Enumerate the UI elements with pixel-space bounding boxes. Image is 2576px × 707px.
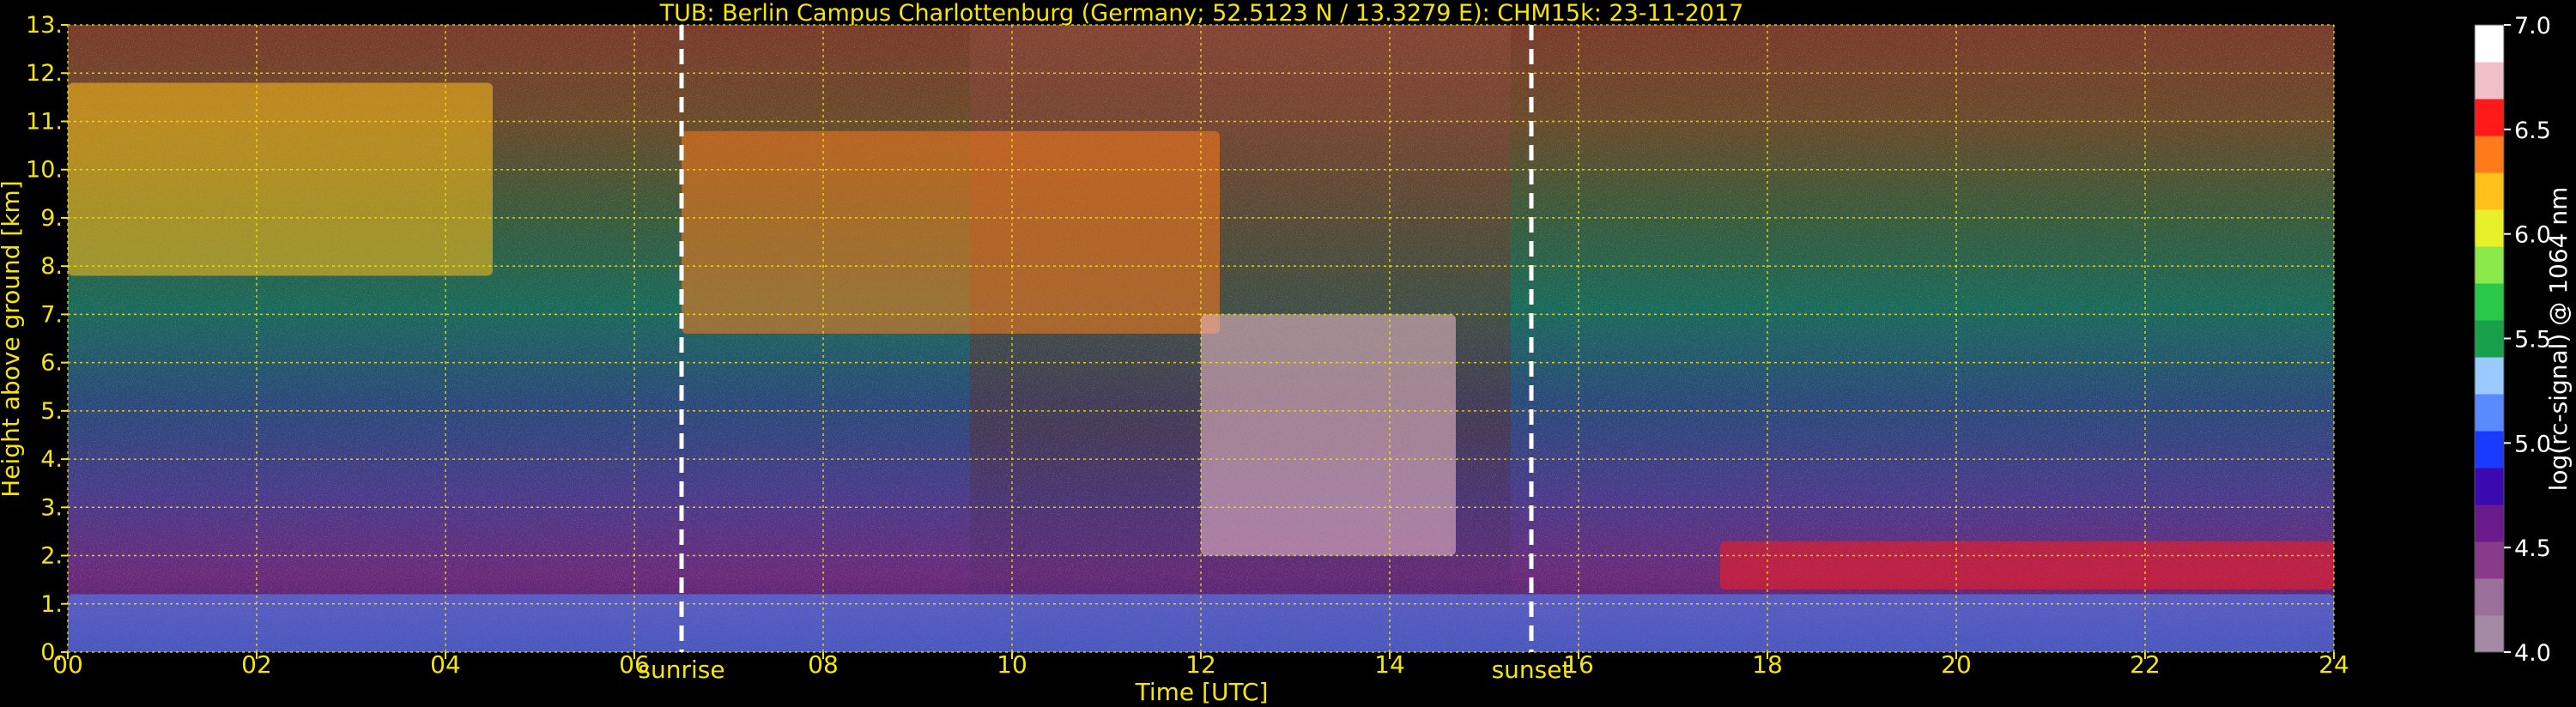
colorbar-segment bbox=[2475, 505, 2504, 542]
colorbar-tick-label: 4.0 bbox=[2514, 640, 2551, 667]
colorbar-segment bbox=[2475, 136, 2504, 173]
colorbar-segment bbox=[2475, 62, 2504, 100]
colorbar: 4.04.55.05.56.06.57.0 bbox=[2474, 13, 2551, 667]
colorbar-segment bbox=[2475, 541, 2504, 579]
feature-1 bbox=[68, 82, 493, 276]
colorbar-label: log(rc-signal) @ 1064 nm bbox=[2544, 187, 2573, 492]
colorbar-tick-label: 7.0 bbox=[2514, 13, 2551, 39]
colorbar-segment bbox=[2475, 99, 2504, 136]
lidar-figure: TUB: Berlin Campus Charlottenburg (Germa… bbox=[0, 0, 2573, 706]
plot-area: sunrise sunset bbox=[67, 24, 2335, 684]
colorbar-segment bbox=[2475, 578, 2504, 616]
y-tick-label: 0. bbox=[40, 639, 63, 666]
y-tick-label: 5. bbox=[40, 398, 63, 425]
feature-2 bbox=[682, 130, 1220, 334]
colorbar-tick-label: 6.5 bbox=[2514, 118, 2551, 144]
x-axis-label: Time [UTC] bbox=[1135, 678, 1269, 706]
y-tick-label: 4. bbox=[40, 446, 63, 473]
x-tick-label: 14 bbox=[1374, 650, 1405, 679]
colorbar-segment bbox=[2475, 246, 2504, 284]
x-tick-label: 02 bbox=[241, 650, 272, 679]
feature-3 bbox=[1201, 314, 1456, 556]
colorbar-segment bbox=[2475, 172, 2504, 210]
x-axis: 00 02 04 06 08 10 12 14 16 18 20 22 24 bbox=[52, 650, 2349, 679]
y-tick-label: 3. bbox=[40, 494, 63, 521]
y-tick-label: 1. bbox=[40, 591, 63, 618]
y-tick-label: 10. bbox=[26, 157, 63, 184]
x-tick-label: 20 bbox=[1941, 650, 1972, 679]
colorbar-tick-label: 4.5 bbox=[2514, 535, 2551, 562]
colorbar-segment bbox=[2475, 25, 2504, 63]
y-tick-label: 9. bbox=[40, 205, 63, 232]
sunset-label: sunset bbox=[1492, 656, 1572, 684]
chart-title: TUB: Berlin Campus Charlottenburg (Germa… bbox=[659, 0, 1744, 27]
y-tick-label: 8. bbox=[40, 253, 63, 280]
x-tick-label: 04 bbox=[430, 650, 461, 679]
x-tick-label: 10 bbox=[997, 650, 1027, 679]
sunrise-label: sunrise bbox=[638, 656, 724, 684]
x-tick-label: 08 bbox=[808, 650, 839, 679]
x-tick-label: 06 bbox=[619, 650, 650, 679]
colorbar-segment bbox=[2475, 320, 2504, 358]
y-tick-label: 2. bbox=[40, 543, 63, 570]
colorbar-segment bbox=[2475, 431, 2504, 468]
colorbar-segment bbox=[2475, 283, 2504, 321]
colorbar-segment bbox=[2475, 357, 2504, 395]
x-tick-label: 24 bbox=[2318, 650, 2349, 679]
x-tick-label: 12 bbox=[1185, 650, 1216, 679]
y-tick-label: 11. bbox=[26, 108, 63, 135]
y-axis-label: Height above ground [km] bbox=[0, 180, 25, 498]
colorbar-segment bbox=[2475, 615, 2504, 653]
y-axis: 0. 1. 2. 3. 4. 5. 6. 7. 8. 9. 10. 11. 12. 13. bbox=[26, 12, 68, 666]
y-tick-label: 12. bbox=[26, 60, 63, 87]
x-tick-label: 18 bbox=[1752, 650, 1783, 679]
y-tick-label: 6. bbox=[40, 350, 63, 377]
colorbar-segment bbox=[2475, 394, 2504, 432]
colorbar-segment bbox=[2475, 209, 2504, 247]
colorbar-segment bbox=[2475, 468, 2504, 505]
feature-4 bbox=[1720, 541, 2334, 589]
y-tick-label: 13. bbox=[26, 12, 63, 39]
y-tick-label: 7. bbox=[40, 301, 63, 328]
x-tick-label: 16 bbox=[1563, 650, 1594, 679]
x-tick-label: 22 bbox=[2130, 650, 2161, 679]
